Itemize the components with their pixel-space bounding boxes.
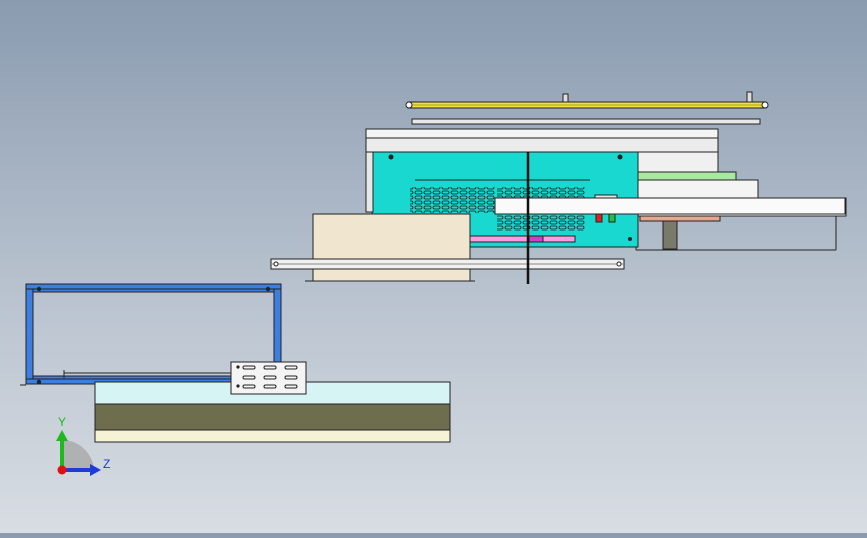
vent-slots-left (410, 187, 495, 213)
top-thin-rail (411, 118, 761, 125)
origin-point (57, 465, 67, 475)
z-axis-arrowhead (90, 464, 101, 476)
control-box (312, 213, 471, 282)
cad-viewport[interactable]: Y Z (0, 0, 867, 533)
y-axis-label: Y (58, 415, 66, 429)
lower-rail (270, 258, 625, 270)
cross-beam (494, 197, 846, 215)
assembly-drawing: Y Z (20, 91, 847, 476)
z-axis-label: Z (103, 457, 110, 471)
cabinet-top-plates (365, 128, 719, 153)
connector-plate (230, 361, 307, 395)
triad-quadrant (62, 440, 94, 472)
y-axis-arrowhead (56, 430, 68, 441)
top-yellow-rail (405, 91, 769, 109)
